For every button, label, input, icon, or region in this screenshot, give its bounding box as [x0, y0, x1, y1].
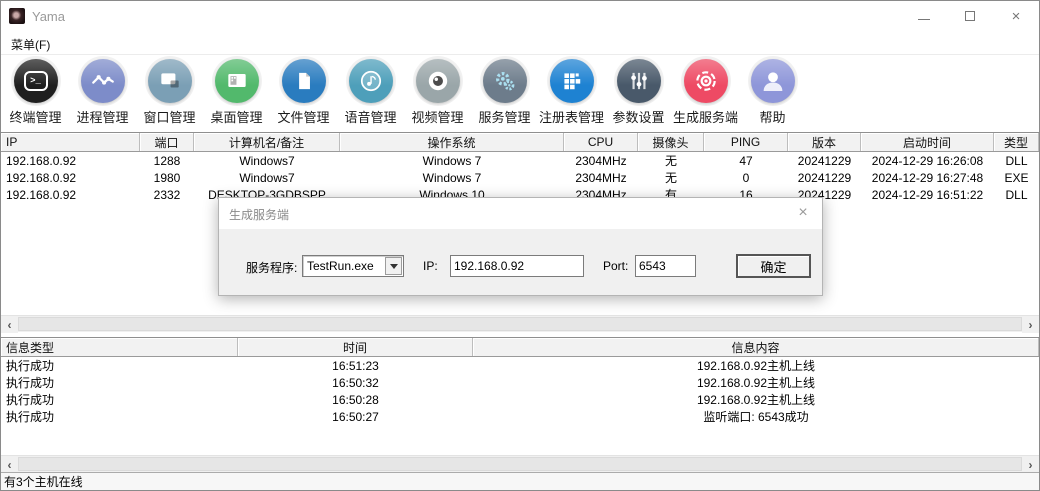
minimize-button[interactable]: [901, 1, 947, 31]
app-icon: [9, 8, 25, 24]
audio-note-icon: [349, 59, 393, 103]
person-icon: [751, 59, 795, 103]
dialog-title: 生成服务端: [229, 206, 289, 223]
generate-server-dialog: 生成服务端 × 服务程序: TestRun.exe IP: Port: 确定: [218, 197, 823, 296]
host-row[interactable]: 192.168.0.92 1980 Windows7 Windows 7 230…: [1, 169, 1039, 186]
log-row[interactable]: 执行成功 16:50:28 192.168.0.92主机上线: [1, 391, 1039, 408]
log-horizontal-scrollbar[interactable]: ‹ ›: [1, 455, 1039, 472]
column-header-message-type[interactable]: 信息类型: [1, 338, 238, 356]
service-program-select[interactable]: TestRun.exe: [302, 255, 404, 277]
file-icon: [282, 59, 326, 103]
column-header-time[interactable]: 时间: [238, 338, 473, 356]
column-header-camera[interactable]: 摄像头: [638, 133, 704, 151]
column-header-cpu[interactable]: CPU: [564, 133, 638, 151]
column-header-type[interactable]: 类型: [994, 133, 1039, 151]
scrollbar-thumb[interactable]: [18, 457, 1022, 471]
app-window: Yama × 菜单(F) >_ 终端管理 进程管理 窗口管理: [0, 0, 1040, 491]
column-header-os[interactable]: 操作系统: [340, 133, 564, 151]
chevron-down-icon: [390, 264, 398, 269]
minimize-icon: [918, 19, 930, 20]
combo-dropdown-button[interactable]: [385, 257, 402, 275]
toolbar-terminal-management[interactable]: >_ 终端管理: [2, 59, 69, 126]
service-program-value: TestRun.exe: [307, 259, 374, 273]
target-icon: [684, 59, 728, 103]
log-row[interactable]: 执行成功 16:51:23 192.168.0.92主机上线: [1, 357, 1039, 374]
online-hosts-status: 有3个主机在线: [1, 473, 83, 490]
ip-field[interactable]: [450, 255, 584, 277]
service-program-label: 服务程序:: [246, 259, 297, 276]
scroll-right-icon[interactable]: ›: [1022, 316, 1039, 333]
column-header-computer-name[interactable]: 计算机名/备注: [194, 133, 340, 151]
toolbar: >_ 终端管理 进程管理 窗口管理 桌面管理 文件管理: [1, 54, 1039, 132]
hosts-table-header: IP 端口 计算机名/备注 操作系统 CPU 摄像头 PING 版本 启动时间 …: [1, 132, 1039, 152]
maximize-icon: [965, 11, 975, 21]
menu-bar: 菜单(F): [1, 31, 1039, 54]
column-header-message-content[interactable]: 信息内容: [473, 338, 1039, 356]
toolbar-desktop-management[interactable]: 桌面管理: [203, 59, 270, 126]
log-row[interactable]: 执行成功 16:50:27 监听端口: 6543成功: [1, 408, 1039, 425]
menu-item-file[interactable]: 菜单(F): [7, 35, 54, 54]
toolbar-audio-management[interactable]: 语音管理: [337, 59, 404, 126]
column-header-ping[interactable]: PING: [704, 133, 788, 151]
port-field[interactable]: [635, 255, 696, 277]
gears-icon: [483, 59, 527, 103]
maximize-button[interactable]: [947, 1, 993, 31]
camera-eye-icon: [416, 59, 460, 103]
log-table: 信息类型 时间 信息内容 执行成功 16:51:23 192.168.0.92主…: [1, 337, 1039, 454]
toolbar-service-management[interactable]: 服务管理: [471, 59, 538, 126]
registry-grid-icon: [550, 59, 594, 103]
toolbar-window-management[interactable]: 窗口管理: [136, 59, 203, 126]
toolbar-process-management[interactable]: 进程管理: [69, 59, 136, 126]
app-title: Yama: [32, 9, 65, 24]
scroll-right-icon[interactable]: ›: [1022, 456, 1039, 473]
scrollbar-thumb[interactable]: [18, 317, 1022, 331]
terminal-icon: >_: [14, 59, 58, 103]
desktop-icon: [215, 59, 259, 103]
status-bar: 有3个主机在线: [1, 472, 1039, 490]
dialog-body: 服务程序: TestRun.exe IP: Port: 确定: [219, 229, 822, 295]
column-header-version[interactable]: 版本: [788, 133, 861, 151]
scroll-left-icon[interactable]: ‹: [1, 316, 18, 333]
column-header-ip[interactable]: IP: [1, 133, 140, 151]
column-header-port[interactable]: 端口: [140, 133, 194, 151]
log-table-header: 信息类型 时间 信息内容: [1, 337, 1039, 357]
column-header-start-time[interactable]: 启动时间: [861, 133, 994, 151]
dialog-title-bar: 生成服务端 ×: [219, 198, 822, 229]
log-row[interactable]: 执行成功 16:50:32 192.168.0.92主机上线: [1, 374, 1039, 391]
process-activity-icon: [81, 59, 125, 103]
toolbar-file-management[interactable]: 文件管理: [270, 59, 337, 126]
scroll-left-icon[interactable]: ‹: [1, 456, 18, 473]
close-button[interactable]: ×: [993, 1, 1039, 31]
dialog-close-icon[interactable]: ×: [792, 202, 814, 224]
ok-button[interactable]: 确定: [736, 254, 811, 278]
window-icon: [148, 59, 192, 103]
toolbar-parameter-settings[interactable]: 参数设置: [605, 59, 672, 126]
toolbar-generate-server[interactable]: 生成服务端: [672, 59, 739, 126]
toolbar-registry-management[interactable]: 注册表管理: [538, 59, 605, 126]
hosts-horizontal-scrollbar[interactable]: ‹ ›: [1, 315, 1039, 332]
port-label: Port:: [603, 259, 628, 273]
toolbar-help[interactable]: 帮助: [739, 59, 806, 126]
close-icon: ×: [1012, 9, 1021, 24]
sliders-icon: [617, 59, 661, 103]
ip-label: IP:: [423, 259, 438, 273]
host-row[interactable]: 192.168.0.92 1288 Windows7 Windows 7 230…: [1, 152, 1039, 169]
title-bar: Yama ×: [1, 1, 1039, 31]
toolbar-video-management[interactable]: 视频管理: [404, 59, 471, 126]
window-controls: ×: [901, 1, 1039, 31]
